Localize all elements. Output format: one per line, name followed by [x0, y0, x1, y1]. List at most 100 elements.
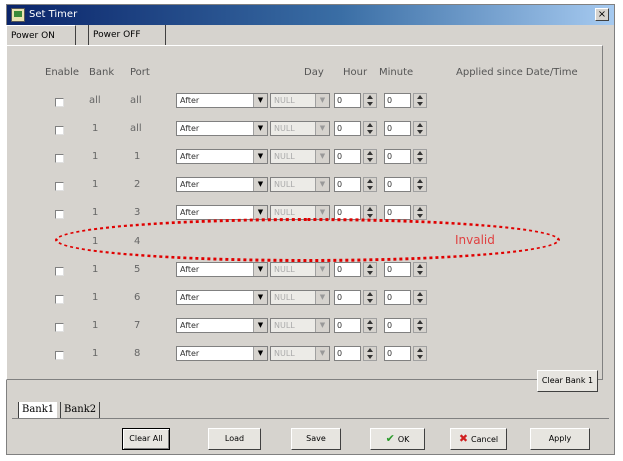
bank-cell: 1 — [92, 264, 99, 275]
chevron-down-icon: ▼ — [253, 319, 267, 332]
day-value: NULL — [274, 265, 295, 274]
bank-cell: 1 — [92, 179, 99, 190]
hour-spinner[interactable] — [363, 149, 377, 164]
hour-input[interactable]: 0 — [334, 121, 361, 136]
bank-cell: 1 — [92, 207, 99, 218]
hour-input[interactable]: 0 — [334, 346, 361, 361]
hour-spinner[interactable] — [363, 121, 377, 136]
hour-input[interactable]: 0 — [334, 177, 361, 192]
save-button[interactable]: Save — [291, 428, 341, 450]
hour-spinner[interactable] — [363, 93, 377, 108]
mode-select[interactable]: After ▼ — [176, 262, 268, 277]
tab-bank1[interactable]: Bank1 — [18, 402, 58, 419]
mode-select[interactable]: After ▼ — [176, 149, 268, 164]
minute-spinner[interactable] — [413, 205, 427, 220]
day-value: NULL — [274, 208, 295, 217]
port-cell: 8 — [134, 348, 141, 359]
chevron-down-icon: ▼ — [315, 263, 329, 276]
day-select[interactable]: NULL ▼ — [270, 177, 330, 192]
minute-input[interactable]: 0 — [384, 346, 411, 361]
minute-spinner[interactable] — [413, 318, 427, 333]
bank-cell: 1 — [92, 123, 99, 134]
hour-spinner[interactable] — [363, 177, 377, 192]
enable-checkbox[interactable] — [55, 351, 64, 360]
mode-value: After — [180, 152, 200, 161]
hour-input[interactable]: 0 — [334, 93, 361, 108]
day-select[interactable]: NULL ▼ — [270, 318, 330, 333]
mode-value: After — [180, 96, 200, 105]
tab-power-on[interactable]: Power ON — [6, 25, 76, 45]
enable-checkbox[interactable] — [55, 126, 64, 135]
minute-input[interactable]: 0 — [384, 93, 411, 108]
minute-input[interactable]: 0 — [384, 121, 411, 136]
day-value: NULL — [274, 321, 295, 330]
day-select[interactable]: NULL ▼ — [270, 346, 330, 361]
bank-header: Bank — [89, 67, 115, 78]
day-select[interactable]: NULL ▼ — [270, 149, 330, 164]
ok-button[interactable]: ✔ OK — [370, 428, 425, 450]
clear-bank-button[interactable]: Clear Bank 1 — [537, 370, 598, 392]
clear-all-button[interactable]: Clear All — [122, 428, 170, 450]
bank-cell: all — [89, 95, 101, 106]
hour-input[interactable]: 0 — [334, 262, 361, 277]
hour-spinner[interactable] — [363, 318, 377, 333]
chevron-down-icon: ▼ — [253, 206, 267, 219]
hour-header: Hour — [343, 67, 368, 78]
day-select[interactable]: NULL ▼ — [270, 121, 330, 136]
enable-checkbox[interactable] — [55, 267, 64, 276]
hour-input[interactable]: 0 — [334, 290, 361, 305]
cancel-button[interactable]: ✖ Cancel — [450, 428, 507, 450]
minute-input[interactable]: 0 — [384, 149, 411, 164]
enable-checkbox[interactable] — [55, 323, 64, 332]
apply-button[interactable]: Apply — [530, 428, 590, 450]
minute-spinner[interactable] — [413, 149, 427, 164]
chevron-down-icon: ▼ — [253, 178, 267, 191]
hour-spinner[interactable] — [363, 262, 377, 277]
mode-select[interactable]: After ▼ — [176, 318, 268, 333]
enable-checkbox[interactable] — [55, 154, 64, 163]
mode-select[interactable]: After ▼ — [176, 346, 268, 361]
applied-since-header: Applied since Date/Time — [456, 67, 578, 78]
minute-input[interactable]: 0 — [384, 290, 411, 305]
minute-spinner[interactable] — [413, 346, 427, 361]
mode-select[interactable]: After ▼ — [176, 93, 268, 108]
enable-checkbox[interactable] — [55, 182, 64, 191]
bank-cell: 1 — [92, 320, 99, 331]
load-button[interactable]: Load — [208, 428, 261, 450]
minute-input[interactable]: 0 — [384, 318, 411, 333]
minute-input[interactable]: 0 — [384, 177, 411, 192]
port-cell: 2 — [134, 179, 141, 190]
day-select[interactable]: NULL ▼ — [270, 262, 330, 277]
hour-input[interactable]: 0 — [334, 318, 361, 333]
port-cell: 7 — [134, 320, 141, 331]
chevron-down-icon: ▼ — [253, 263, 267, 276]
minute-spinner[interactable] — [413, 93, 427, 108]
mode-select[interactable]: After ▼ — [176, 177, 268, 192]
ok-label: OK — [397, 435, 410, 444]
enable-checkbox[interactable] — [55, 98, 64, 107]
chevron-down-icon: ▼ — [315, 122, 329, 135]
close-button[interactable]: × — [595, 8, 609, 21]
chevron-down-icon: ▼ — [253, 94, 267, 107]
day-select[interactable]: NULL ▼ — [270, 93, 330, 108]
tab-bank2[interactable]: Bank2 — [60, 402, 101, 419]
day-value: NULL — [274, 349, 295, 358]
minute-spinner[interactable] — [413, 177, 427, 192]
hour-input[interactable]: 0 — [334, 149, 361, 164]
minute-spinner[interactable] — [413, 290, 427, 305]
minute-input[interactable]: 0 — [384, 205, 411, 220]
mode-select[interactable]: After ▼ — [176, 290, 268, 305]
hour-spinner[interactable] — [363, 290, 377, 305]
minute-spinner[interactable] — [413, 121, 427, 136]
minute-input[interactable]: 0 — [384, 262, 411, 277]
bank-cell: 1 — [92, 151, 99, 162]
enable-checkbox[interactable] — [55, 210, 64, 219]
minute-spinner[interactable] — [413, 262, 427, 277]
bottom-divider — [12, 418, 609, 419]
mode-value: After — [180, 293, 200, 302]
mode-select[interactable]: After ▼ — [176, 121, 268, 136]
tab-power-off[interactable]: Power OFF — [88, 25, 166, 45]
enable-checkbox[interactable] — [55, 295, 64, 304]
hour-spinner[interactable] — [363, 346, 377, 361]
day-select[interactable]: NULL ▼ — [270, 290, 330, 305]
